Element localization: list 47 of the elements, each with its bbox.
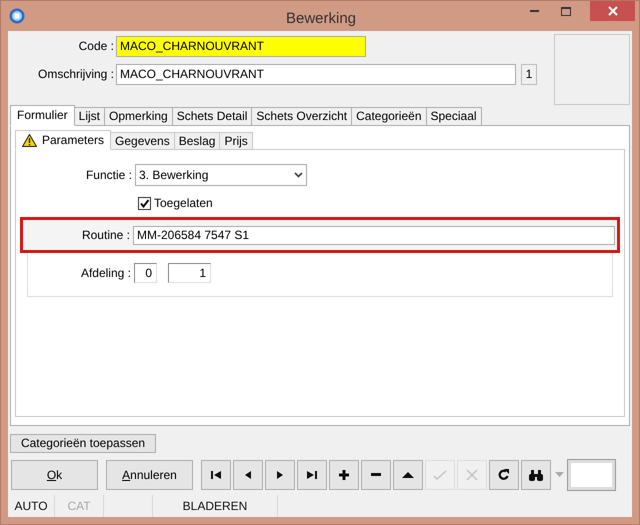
function-dropdown[interactable]: 3. Bewerking bbox=[135, 164, 307, 186]
chevron-down-icon bbox=[294, 172, 303, 178]
routine-field[interactable]: MM-206584 7547 S1 bbox=[133, 226, 615, 244]
field-label: Afdeling : bbox=[80, 265, 132, 282]
subtab[interactable]: Prijs bbox=[219, 132, 253, 150]
subtab[interactable]: Beslag bbox=[174, 132, 220, 150]
minimize-icon bbox=[530, 10, 538, 12]
toolbar-button[interactable] bbox=[361, 460, 391, 490]
counter-badge: 1 bbox=[521, 64, 537, 84]
toolbar-button[interactable] bbox=[297, 460, 327, 490]
subtab[interactable]: Parameters bbox=[15, 130, 112, 150]
app-icon bbox=[9, 8, 25, 24]
checkbox-label: Toegelaten bbox=[154, 195, 213, 212]
close-button[interactable] bbox=[590, 1, 635, 21]
tab[interactable]: Speciaal bbox=[426, 107, 482, 126]
toolbar-button[interactable] bbox=[265, 460, 295, 490]
tab[interactable]: Formulier bbox=[10, 105, 75, 126]
refresh-icon bbox=[496, 466, 512, 482]
toolbar-button[interactable] bbox=[233, 460, 263, 490]
department-field[interactable]: 0 bbox=[134, 263, 157, 283]
input-field[interactable] bbox=[568, 460, 615, 490]
toolbar-button[interactable] bbox=[329, 460, 359, 490]
cross-icon bbox=[464, 466, 480, 482]
apply-categories-button[interactable]: Categorieën toepassen bbox=[10, 434, 156, 453]
subtab[interactable]: Gegevens bbox=[110, 132, 175, 150]
maximize-icon bbox=[561, 6, 571, 16]
checkbox[interactable] bbox=[138, 196, 151, 210]
status-text: CAT bbox=[67, 498, 91, 515]
field-label: Omschrijving : bbox=[36, 66, 115, 83]
status-text: BLADEREN bbox=[182, 498, 248, 515]
close-icon bbox=[608, 6, 618, 16]
dialog-button[interactable]: Annuleren bbox=[106, 460, 193, 490]
department-field[interactable]: 1 bbox=[168, 263, 211, 283]
window-title: Bewerking bbox=[284, 9, 358, 29]
minus-icon bbox=[371, 473, 381, 476]
toolbar-button[interactable] bbox=[393, 460, 423, 490]
dropdown-value: 3. Bewerking bbox=[139, 167, 208, 184]
code-field[interactable]: MACO_CHARNOUVRANT bbox=[116, 36, 366, 56]
field-label: Routine : bbox=[80, 227, 131, 244]
toolbar-button[interactable] bbox=[521, 460, 551, 490]
field-label: Code : bbox=[78, 38, 115, 55]
status-text: AUTO bbox=[14, 498, 48, 515]
field-label: Functie : bbox=[84, 167, 133, 184]
toolbar-button[interactable] bbox=[489, 460, 519, 490]
dialog-button[interactable]: Ok bbox=[11, 460, 98, 490]
toolbar-button[interactable] bbox=[201, 460, 231, 490]
description-field[interactable]: MACO_CHARNOUVRANT bbox=[116, 64, 516, 84]
